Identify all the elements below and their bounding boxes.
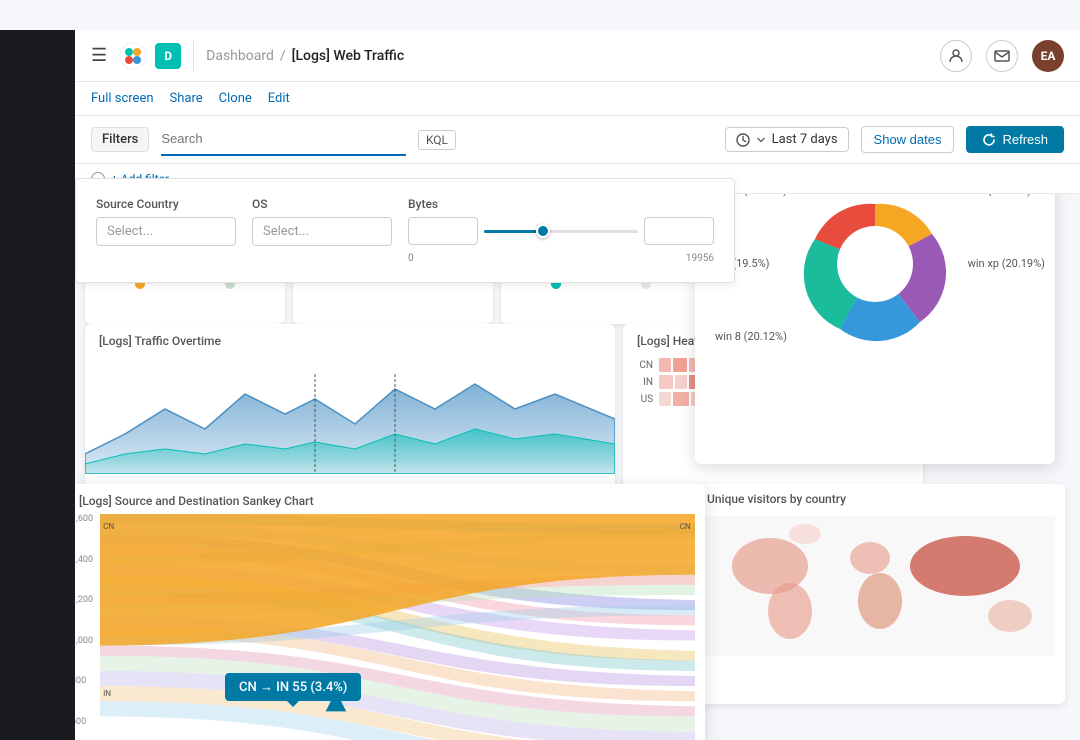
heatmap-cell — [659, 375, 673, 389]
donut-svg — [795, 194, 955, 344]
donut-labels-right: osx (20.74%) win xp (20.19%) — [968, 194, 1045, 270]
breadcrumb-sep: / — [280, 48, 286, 64]
nav-divider — [193, 41, 194, 71]
user-avatar[interactable]: EA — [1032, 40, 1064, 72]
worldmap-content — [695, 510, 1065, 670]
nav-right: EA — [940, 40, 1064, 72]
source-country-col: Source Country Select... — [96, 197, 236, 246]
breadcrumb: Dashboard / [Logs] Web Traffic — [206, 48, 940, 64]
hamburger-icon[interactable]: ☰ — [91, 45, 107, 66]
svg-text:IN: IN — [103, 688, 111, 698]
bytes-min-input[interactable] — [408, 217, 478, 245]
svg-text:CN: CN — [103, 521, 114, 531]
filterbar: Filters KQL Last 7 days Show dates Refre… — [75, 116, 1080, 164]
sankey-panel: [Logs] Source and Destination Sankey Cha… — [75, 484, 705, 740]
source-country-select[interactable]: Select... — [96, 217, 236, 246]
y-label: 1,000 — [75, 636, 93, 646]
app-badge[interactable]: D — [155, 43, 181, 69]
bytes-label: Bytes — [408, 197, 714, 211]
search-input[interactable] — [161, 124, 406, 156]
visitors-os-panel: [Logs] Visitors by OS — [695, 194, 1055, 464]
sankey-tooltip: CN → IN 55 (3.4%) — [225, 673, 361, 701]
filter-row: Source Country Select... OS Select... By… — [96, 197, 714, 264]
os-col: OS Select... — [252, 197, 392, 246]
heatmap-cell — [659, 358, 671, 372]
bytes-max-input[interactable] — [644, 217, 714, 245]
donut-area: win 7 (19.44%) ios (19.5%) win 8 (20.12%… — [695, 194, 1055, 374]
source-country-label: Source Country — [96, 197, 236, 211]
bytes-slider[interactable] — [484, 221, 638, 241]
legend-winxp: win xp (20.19%) — [968, 257, 1045, 270]
clone-link[interactable]: Clone — [219, 91, 252, 106]
heatmap-label-in: IN — [633, 377, 653, 388]
chevron-down-icon — [756, 135, 766, 145]
logo-icon — [119, 42, 147, 70]
worldmap-panel: Unique visitors by country — [695, 484, 1065, 704]
sankey-title: [Logs] Source and Destination Sankey Cha… — [75, 484, 705, 514]
dashboard-wrapper: ☰ D Dashboard / [Logs] Web Traffic — [0, 0, 1080, 740]
topnav: ☰ D Dashboard / [Logs] Web Traffic — [75, 30, 1080, 82]
heatmap-label-us: US — [633, 394, 653, 405]
breadcrumb-current: [Logs] Web Traffic — [292, 48, 405, 64]
range-min-label: 0 — [408, 253, 414, 264]
os-select[interactable]: Select... — [252, 217, 392, 246]
os-label: OS — [252, 197, 392, 211]
traffic-panel-title: [Logs] Traffic Overtime — [85, 324, 615, 354]
heatmap-cell — [673, 358, 687, 372]
heatmap-cell — [659, 392, 671, 406]
y-label: 1,600 — [75, 514, 93, 524]
y-label: 1,200 — [75, 595, 93, 605]
bytes-col: Bytes 0 19956 — [408, 197, 714, 264]
sankey-content: 1,600 1,400 1,200 1,000 800 600 400 200 … — [75, 514, 705, 740]
svg-text:CN: CN — [680, 521, 691, 531]
heatmap-cell — [675, 375, 687, 389]
heatmap-cell — [673, 392, 689, 406]
time-picker[interactable]: Last 7 days — [725, 127, 849, 152]
legend-win8: win 8 (20.12%) — [715, 330, 787, 343]
range-max-label: 19956 — [686, 253, 714, 264]
y-label: 800 — [75, 676, 93, 686]
refresh-icon — [982, 133, 996, 147]
y-label: 600 — [75, 717, 93, 727]
sidebar — [0, 30, 75, 740]
time-range-label: Last 7 days — [772, 132, 838, 147]
fullscreen-link[interactable]: Full screen — [91, 91, 154, 106]
filter-panel: Source Country Select... OS Select... By… — [75, 178, 735, 283]
range-track — [484, 230, 638, 233]
user-icon-btn[interactable] — [940, 40, 972, 72]
actionbar: Full screen Share Clone Edit — [75, 82, 1080, 116]
legend-osx: osx (20.74%) — [968, 194, 1045, 197]
refresh-button[interactable]: Refresh — [966, 126, 1064, 153]
clock-icon — [736, 133, 750, 147]
edit-link[interactable]: Edit — [268, 91, 290, 106]
show-dates-button[interactable]: Show dates — [861, 126, 955, 153]
mail-icon-btn[interactable] — [986, 40, 1018, 72]
filters-label: Filters — [91, 127, 149, 152]
range-thumb[interactable] — [536, 224, 550, 238]
mail-icon — [994, 48, 1010, 64]
user-icon — [948, 48, 964, 64]
traffic-chart-svg — [85, 354, 615, 474]
worldmap-svg — [705, 516, 1055, 656]
y-label: 1,400 — [75, 555, 93, 565]
breadcrumb-parent[interactable]: Dashboard — [206, 48, 274, 64]
sankey-y-labels: 1,600 1,400 1,200 1,000 800 600 400 200 … — [75, 514, 93, 740]
kql-badge[interactable]: KQL — [418, 130, 456, 150]
sankey-svg: CN IN US CN US — [100, 514, 695, 740]
range-labels: 0 19956 — [408, 253, 714, 264]
worldmap-title: Unique visitors by country — [695, 484, 1065, 510]
heatmap-label-cn: CN — [633, 360, 653, 371]
bytes-range — [408, 217, 714, 245]
share-link[interactable]: Share — [170, 91, 203, 106]
traffic-panel: [Logs] Traffic Overtime — [85, 324, 615, 494]
refresh-label: Refresh — [1002, 132, 1048, 147]
